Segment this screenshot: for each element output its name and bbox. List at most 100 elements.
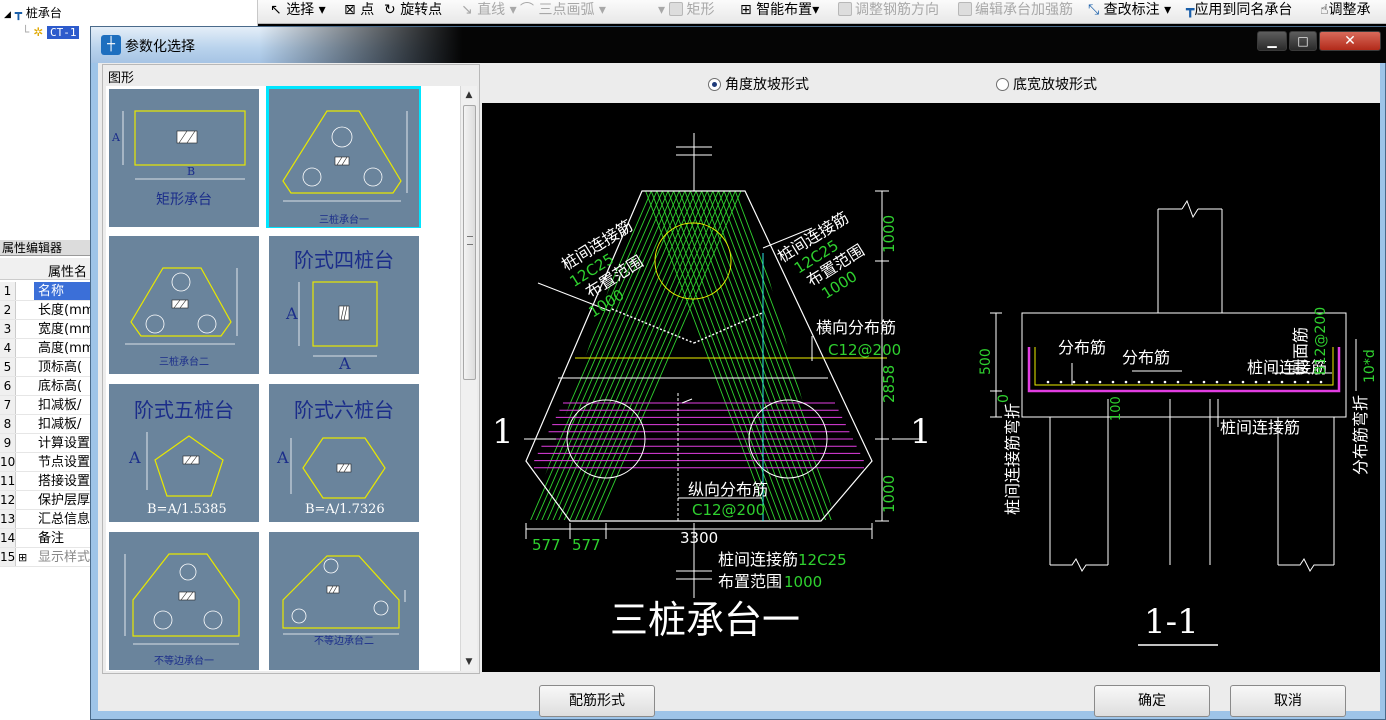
shape-thumbnail[interactable]: 三桩承台二 [106, 233, 261, 375]
point-button[interactable]: ⊠ 点 [344, 0, 374, 22]
tree-root[interactable]: ◢ ┳ 桩承台 [4, 5, 62, 21]
property-row-number: 7 [0, 396, 16, 414]
scroll-down-arrow-icon[interactable]: ▼ [461, 654, 477, 670]
minimize-button[interactable]: ▁ [1257, 31, 1287, 51]
reinforcement-icon [958, 2, 972, 16]
adjust-cap-button[interactable]: ☝调整承 [1320, 0, 1371, 22]
shape-thumbnail[interactable]: 三桩承台一 [266, 86, 421, 228]
thumbnail-dim-label: A [339, 354, 351, 373]
property-row[interactable]: 1 名称 [0, 282, 100, 301]
sec-label-distribution-2: 分布筋 [1122, 348, 1170, 367]
property-row-number: 5 [0, 358, 16, 376]
shape-thumbnail[interactable]: 不等边承台一 [106, 529, 261, 671]
property-row-number: 13 [0, 510, 16, 528]
drawing-title: 三桩承台一 [610, 598, 800, 642]
rebar-line [681, 191, 813, 520]
thumbnail-caption: 阶式六桩台 [294, 398, 394, 422]
rotate-point-button[interactable]: ↻ 旋转点 [384, 0, 442, 22]
property-row[interactable]: 14 备注 [0, 529, 100, 548]
property-row-number: 3 [0, 320, 16, 338]
property-row-number: 9 [0, 434, 16, 452]
radio-width-slope[interactable]: 底宽放坡形式 [996, 74, 1097, 94]
sec-label-side-spec: B12@200 [1313, 307, 1329, 375]
property-row[interactable]: 10 节点设置 [0, 453, 100, 472]
smart-layout-button[interactable]: ⊞ 智能布置▾ [740, 0, 819, 22]
cursor-icon: ↖ [270, 2, 282, 18]
property-row[interactable]: 6 底标高( [0, 377, 100, 396]
label-range-bottom: 布置范围 [718, 572, 782, 591]
label-transverse: 横向分布筋 [816, 318, 896, 337]
line-icon: ↘ [461, 2, 473, 18]
label-longitudinal-spec: C12@200 [692, 501, 765, 519]
property-row[interactable]: 12 保护层厚 [0, 491, 100, 510]
line-button[interactable]: ↘ 直线 ▾ [461, 0, 517, 22]
thumbnail-canvas: 三桩承台二 [109, 236, 259, 374]
rebar-line [642, 191, 768, 520]
rebar-line [658, 191, 790, 520]
shape-thumbnail[interactable]: 阶式四桩台 A A [266, 233, 421, 375]
property-row-number: 4 [0, 339, 16, 357]
rebar-dot [1215, 380, 1219, 384]
rebar-line [530, 191, 667, 520]
thumbnail-caption: 矩形承台 [156, 192, 212, 208]
rebar-line [530, 191, 656, 520]
rebar-dot [1111, 380, 1115, 384]
property-row[interactable]: 4 高度(mm [0, 339, 100, 358]
select-button[interactable]: ↖ 选择 ▾ [270, 0, 326, 22]
tree-child-ct1[interactable]: └ ✲ CT-1 [22, 24, 80, 40]
thumbnail-canvas: 阶式六桩台 A B=A/1.7326 [269, 384, 419, 522]
radio-angle-slope[interactable]: 角度放坡形式 [708, 74, 809, 94]
point-icon: ⊠ [344, 2, 356, 18]
main-toolbar: ↖ 选择 ▾ ⊠ 点 ↻ 旋转点 ↘ 直线 ▾ ⌒ 三点画弧 ▾ ▾ 矩形 ⊞ … [258, 0, 1386, 24]
apply-same-name-button[interactable]: ┳应用到同名承台 [1186, 0, 1292, 22]
sec-label-distribution-1: 分布筋 [1058, 338, 1106, 357]
thumbnail-caption: 不等边承台二 [314, 636, 374, 647]
gallery-scrollbar[interactable]: ▲ ▼ [460, 86, 477, 671]
edit-annotation-button[interactable]: ⤡ 查改标注 ▾ [1088, 0, 1171, 22]
dialog-titlebar[interactable]: ┼ 参数化选择 ▁ □ ✕ [91, 27, 1386, 63]
scrollbar-thumb[interactable] [463, 105, 476, 380]
thumbnail-dim-label: A [286, 304, 298, 323]
property-row[interactable]: 15 ⊞ 显示样式 [0, 548, 100, 567]
property-row-name: 保护层厚 [38, 493, 91, 508]
section-mark-right: 1 [910, 412, 932, 452]
property-row[interactable]: 7 扣减板/ [0, 396, 100, 415]
thumbnail-dim-label: A [277, 448, 289, 467]
property-row[interactable]: 9 计算设置 [0, 434, 100, 453]
shape-thumbnail[interactable]: 阶式五桩台 A B=A/1.5385 [106, 381, 261, 523]
thumbnail-caption: 阶式五桩台 [134, 398, 234, 422]
scroll-up-arrow-icon[interactable]: ▲ [461, 87, 477, 103]
ok-button[interactable]: 确定 [1094, 685, 1210, 717]
property-row-name: 搭接设置 [38, 474, 91, 489]
property-row[interactable]: 3 宽度(mm [0, 320, 100, 339]
property-row[interactable]: 2 长度(mm [0, 301, 100, 320]
expand-icon[interactable]: ⊞ [18, 548, 27, 566]
rebar-line [560, 191, 712, 520]
close-button[interactable]: ✕ [1319, 31, 1381, 51]
property-row-number: 15 [0, 548, 16, 566]
edit-reinforcement-button[interactable]: 编辑承台加强筋 [958, 0, 1073, 22]
maximize-button[interactable]: □ [1289, 31, 1317, 51]
three-point-arc-button[interactable]: ⌒ 三点画弧 ▾ [520, 0, 606, 22]
property-row[interactable]: 11 搭接设置 [0, 472, 100, 491]
property-row[interactable]: 13 汇总信息 [0, 510, 100, 529]
property-row-name: 计算设置 [38, 436, 91, 451]
app-icon: ┼ [101, 35, 121, 55]
shape-thumbnail[interactable]: 矩形承台 A B [106, 86, 261, 228]
cancel-button[interactable]: 取消 [1230, 685, 1346, 717]
thumbnail-canvas: 三桩承台一 [269, 89, 419, 227]
rebar-dot [1163, 380, 1167, 384]
shape-thumbnail[interactable]: 不等边承台二 [266, 529, 421, 671]
property-row[interactable]: 5 顶标高( [0, 358, 100, 377]
property-row[interactable]: 8 扣减板/ [0, 415, 100, 434]
collapse-icon[interactable]: ◢ [4, 10, 11, 20]
shape-thumbnail[interactable]: 阶式六桩台 A B=A/1.7326 [266, 381, 421, 523]
rebar-form-button[interactable]: 配筋形式 [539, 685, 655, 717]
property-row-name: 扣减板/ [38, 417, 82, 432]
rectangle-button[interactable]: ▾ 矩形 [658, 0, 714, 22]
sec-label-pile-conn-bend: 桩间连接筋弯折 [1003, 403, 1022, 515]
adjust-rebar-direction-button[interactable]: 调整钢筋方向 [838, 0, 939, 22]
property-row-name: 高度(mm [38, 341, 95, 356]
rebar-dot [1098, 380, 1102, 384]
rebar-dot [1202, 380, 1206, 384]
